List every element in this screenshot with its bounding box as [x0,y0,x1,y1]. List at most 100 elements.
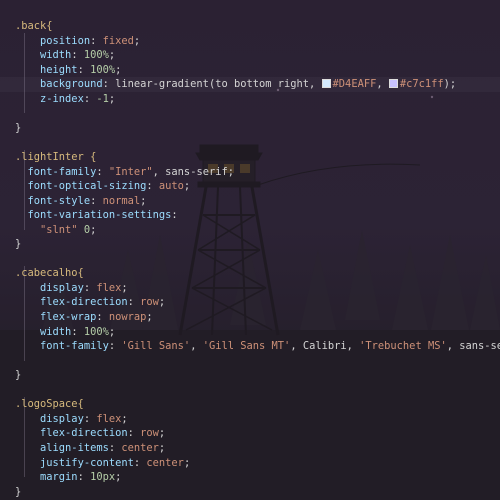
code-token: fixed [102,34,134,47]
code-line[interactable]: margin: 10px; [15,470,121,485]
code-token: : [71,325,84,338]
code-line[interactable]: z-index: -1; [15,92,115,107]
color-swatch[interactable] [388,79,398,89]
code-token: flex-wrap [40,311,97,323]
code-area[interactable]: .back{ position: fixed; width: 100%; hei… [0,0,500,500]
code-line[interactable]: } [15,368,21,383]
code-line[interactable]: .lightInter { [15,150,96,165]
code-line[interactable]: font-optical-sizing: auto; [15,179,191,194]
code-token: , [376,78,389,91]
code-token: : [83,92,97,105]
code-line[interactable]: position: fixed; [15,34,140,49]
code-token: 'Gill Sans' [121,340,191,353]
code-editor[interactable]: .back{ position: fixed; width: 100%; hei… [0,0,500,500]
code-token: position [40,34,91,47]
code-token: : [108,441,122,454]
code-token: : [90,194,103,207]
code-line[interactable]: align-items: center; [15,441,165,456]
code-token: 10px [90,471,116,484]
code-token: ; [183,180,191,193]
code-token: font-family [27,165,97,178]
code-token: ; [90,223,97,236]
code-token: : [96,165,109,178]
code-token: nowrap [108,311,147,323]
code-token: .logoSpace{ [15,398,84,411]
code-token: center [121,441,159,454]
code-token: ; [183,456,191,469]
code-token: : [77,471,91,484]
code-line[interactable]: "slnt" 0; [15,223,96,238]
code-line[interactable]: font-style: normal; [15,194,147,209]
code-token: ; [108,325,116,338]
code-token: : [71,49,84,62]
code-token: 'Trebuchet MS' [359,340,447,353]
code-token: : [127,296,141,309]
code-token: : [108,340,122,353]
color-swatch[interactable] [321,79,331,89]
code-token: .cabecalho{ [15,267,84,280]
code-line[interactable]: } [15,121,21,136]
code-line[interactable]: width: 100%; [15,48,115,63]
code-line[interactable]: font-family: "Inter", sans-serif; [15,165,234,180]
code-token: flex [96,412,122,425]
code-token: : [96,311,109,323]
code-token: "Inter" [108,165,153,178]
code-token: ); [443,78,457,91]
code-line[interactable]: display: flex; [15,281,128,296]
code-token: ; [115,63,122,76]
code-token: ; [158,296,166,309]
code-token: flex-direction [40,427,128,440]
code-token: width [40,49,72,62]
code-line[interactable]: flex-direction: row; [15,295,165,310]
code-token: .lightInter { [15,150,97,163]
code-token: font-optical-sizing [27,180,147,193]
code-token: flex-direction [40,296,128,309]
code-token: : [171,209,178,222]
code-line[interactable]: justify-content: center; [15,456,190,471]
code-token: ; [115,471,122,484]
code-line[interactable]: .cabecalho{ [15,266,84,281]
code-token: 100% [90,63,116,76]
code-token: ; [121,412,128,425]
code-line[interactable]: display: flex; [15,412,128,427]
code-token: width [40,325,72,338]
code-token: : [127,427,141,440]
code-line[interactable]: } [15,237,21,252]
code-token: row [140,427,159,440]
code-line[interactable]: height: 100%; [15,63,121,78]
code-token: } [15,485,22,498]
code-token: font-style [27,194,91,207]
code-token: , sans-serif; [152,165,234,178]
code-token: ; [108,49,116,62]
code-token: flex [96,281,122,294]
code-token: display [40,412,84,425]
code-token: , sans-serif; [446,340,500,353]
code-line[interactable]: font-variation-settings: [15,208,178,223]
code-line[interactable]: font-family: 'Gill Sans', 'Gill Sans MT'… [15,339,500,354]
code-line[interactable]: background: linear-gradient(to bottom ri… [15,77,456,92]
code-line[interactable]: } [15,485,21,500]
code-line[interactable]: flex-wrap: nowrap; [15,310,153,325]
code-token: : [77,63,91,76]
code-line[interactable]: flex-direction: row; [15,426,165,441]
code-line[interactable]: width: 100%; [15,325,115,340]
code-line[interactable]: .back{ [15,19,53,34]
code-token: , Calibri, [290,340,360,353]
code-line[interactable]: .logoSpace{ [15,397,84,412]
